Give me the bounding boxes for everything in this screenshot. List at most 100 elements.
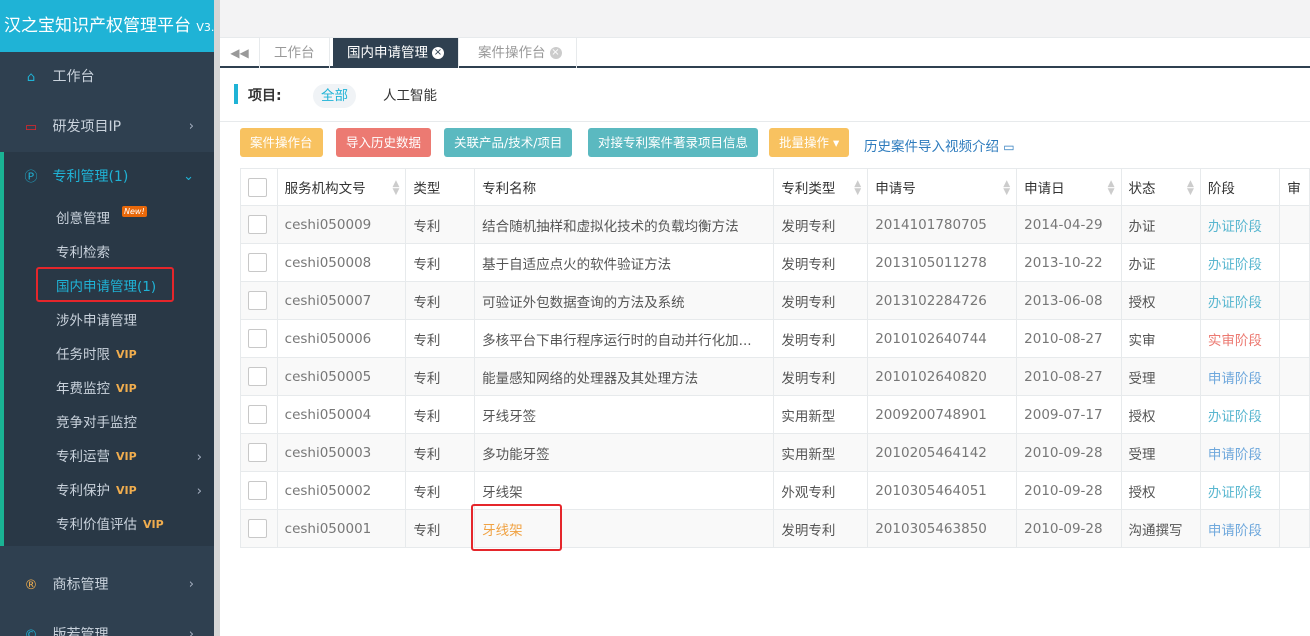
stage-link[interactable]: 申请阶段 bbox=[1208, 523, 1262, 539]
sidebar-subitem-foreign[interactable]: 涉外申请管理 bbox=[4, 304, 214, 338]
sidebar-item-workbench[interactable]: ⌂ 工作台 bbox=[0, 52, 214, 102]
cell-app-no: 2010205464142 bbox=[867, 433, 1018, 472]
row-checkbox[interactable] bbox=[248, 215, 267, 234]
stage-link[interactable]: 实审阶段 bbox=[1208, 333, 1262, 349]
cell-ref: ceshi050001 bbox=[276, 509, 407, 548]
sort-icon[interactable]: ▲ ▼ bbox=[854, 180, 861, 197]
column-header[interactable]: 服务机构文号 ▲ ▼ bbox=[276, 168, 407, 206]
case-console-button[interactable]: 案件操作台 bbox=[240, 128, 323, 157]
sidebar-subitem-valuation[interactable]: 专利价值评估 VIP bbox=[4, 508, 214, 542]
row-checkbox[interactable] bbox=[248, 253, 267, 272]
link-products-button[interactable]: 关联产品/技术/项目 bbox=[444, 128, 573, 157]
column-header[interactable]: 专利类型 ▲ ▼ bbox=[773, 168, 869, 206]
sidebar-subitem-operation[interactable]: 专利运营 VIP › bbox=[4, 440, 214, 474]
cell-stage[interactable]: 申请阶段 bbox=[1199, 433, 1281, 472]
close-icon[interactable]: × bbox=[432, 47, 444, 59]
stage-link[interactable]: 办证阶段 bbox=[1208, 295, 1262, 311]
cell-stage[interactable]: 办证阶段 bbox=[1199, 243, 1281, 282]
stage-link[interactable]: 办证阶段 bbox=[1208, 257, 1262, 273]
highlight-box-sidebar bbox=[36, 267, 174, 302]
stage-link[interactable]: 办证阶段 bbox=[1208, 485, 1262, 501]
table-row[interactable]: ceshi050005 专利 能量感知网络的处理器及其处理方法 发明专利 2010102… bbox=[240, 357, 1310, 396]
stage-link[interactable]: 办证阶段 bbox=[1208, 219, 1262, 235]
row-checkbox[interactable] bbox=[248, 405, 267, 424]
sidebar-subitem-idea[interactable]: 创意管理 New! bbox=[4, 202, 214, 236]
import-history-button[interactable]: 导入历史数据 bbox=[336, 128, 432, 157]
video-intro-link[interactable]: 历史案件导入视频介绍 ▭ bbox=[864, 135, 1015, 155]
row-checkbox[interactable] bbox=[248, 291, 267, 310]
tab-workbench[interactable]: 工作台 bbox=[260, 38, 330, 68]
sidebar-subitem-deadline[interactable]: 任务时限 VIP bbox=[4, 338, 214, 372]
sidebar-subitem-competitor[interactable]: 竞争对手监控 bbox=[4, 406, 214, 440]
table-row[interactable]: ceshi050002 专利 牙线架 外观专利 2010305464051 2010-09… bbox=[240, 471, 1310, 510]
vip-icon: VIP bbox=[116, 348, 137, 361]
table-row[interactable]: ceshi050009 专利 结合随机抽样和虚拟化技术的负载均衡方法 发明专利 2014… bbox=[240, 205, 1310, 244]
sidebar-subitem-annual-fee[interactable]: 年费监控 VIP bbox=[4, 372, 214, 406]
sidebar-item-copyright[interactable]: © 版若管理 › bbox=[0, 610, 214, 636]
table-row[interactable]: ceshi050004 专利 牙线牙签 实用新型 2009200748901 2009-0… bbox=[240, 395, 1310, 434]
sidebar-item-label: 竞争对手监控 bbox=[56, 415, 137, 431]
sidebar: 汉之宝知识产权管理平台 V3.0 ⌂ 工作台 ▭ 研发项目IP › Ⓟ 专利管理… bbox=[0, 0, 214, 636]
vip-icon: VIP bbox=[116, 382, 137, 395]
cell-review bbox=[1279, 509, 1310, 548]
table-row[interactable]: ceshi050001 专利 牙线架 发明专利 2010305463850 2010-09… bbox=[240, 509, 1310, 548]
cell-app-date: 2010-08-27 bbox=[1016, 357, 1122, 396]
row-checkbox[interactable] bbox=[248, 443, 267, 462]
column-header[interactable]: 申请号 ▲ ▼ bbox=[867, 168, 1018, 206]
sidebar-subitem-search[interactable]: 专利检索 bbox=[4, 236, 214, 270]
column-header[interactable]: 状态 ▲ ▼ bbox=[1120, 168, 1201, 206]
sort-icon[interactable]: ▲ ▼ bbox=[1003, 180, 1010, 197]
cell-ref: ceshi050003 bbox=[276, 433, 407, 472]
row-checkbox[interactable] bbox=[248, 481, 267, 500]
tab-domestic-app[interactable]: 国内申请管理 × bbox=[333, 38, 459, 68]
sidebar-item-rd-project[interactable]: ▭ 研发项目IP › bbox=[0, 102, 214, 152]
cell-ref: ceshi050005 bbox=[276, 357, 407, 396]
table-row[interactable]: ceshi050006 专利 多核平台下串行程序运行时的自动并行化加... 发明专利 2… bbox=[240, 319, 1310, 358]
cell-stage[interactable]: 实审阶段 bbox=[1199, 319, 1281, 358]
table-row[interactable]: ceshi050008 专利 基于自适应点火的软件验证方法 发明专利 201310501… bbox=[240, 243, 1310, 282]
connect-catalog-button[interactable]: 对接专利案件著录项目信息 bbox=[588, 128, 759, 157]
filter-chip-all[interactable]: 全部 bbox=[313, 84, 356, 108]
row-select-cell bbox=[240, 471, 278, 510]
cell-stage[interactable]: 申请阶段 bbox=[1199, 357, 1281, 396]
column-header[interactable]: 申请日 ▲ ▼ bbox=[1016, 168, 1122, 206]
row-checkbox[interactable] bbox=[248, 329, 267, 348]
sort-icon[interactable]: ▲ ▼ bbox=[1108, 180, 1115, 197]
row-checkbox[interactable] bbox=[248, 519, 267, 538]
button-label: 批量操作 bbox=[779, 135, 830, 150]
app-version: V3.0 bbox=[196, 21, 214, 34]
row-select-cell bbox=[240, 281, 278, 320]
cell-stage[interactable]: 办证阶段 bbox=[1199, 281, 1281, 320]
chevron-down-icon: ⌄ bbox=[183, 169, 194, 184]
project-filter: 项目: 全部 人工智能 bbox=[220, 68, 1310, 122]
sort-icon[interactable]: ▲ ▼ bbox=[392, 180, 399, 197]
patent-name: 能量感知网络的处理器及其处理方法 bbox=[482, 370, 699, 387]
tab-case-console[interactable]: 案件操作台 × bbox=[464, 38, 577, 68]
sidebar-item-label: 创意管理 bbox=[56, 211, 110, 227]
cell-stage[interactable]: 办证阶段 bbox=[1199, 395, 1281, 434]
tab-scroll-left-icon[interactable]: ◀◀ bbox=[220, 38, 260, 68]
cell-stage[interactable]: 申请阶段 bbox=[1199, 509, 1281, 548]
table-row[interactable]: ceshi050007 专利 可验证外包数据查询的方法及系统 发明专利 20131022… bbox=[240, 281, 1310, 320]
stage-link[interactable]: 申请阶段 bbox=[1208, 371, 1262, 387]
select-all-checkbox[interactable] bbox=[248, 177, 267, 197]
stage-link[interactable]: 申请阶段 bbox=[1208, 447, 1262, 463]
vip-icon: VIP bbox=[116, 484, 137, 497]
column-header-label: 申请号 bbox=[875, 181, 916, 197]
row-checkbox[interactable] bbox=[248, 367, 267, 386]
sidebar-item-trademark[interactable]: ® 商标管理 › bbox=[0, 560, 214, 610]
batch-operation-button[interactable]: 批量操作 ▾ bbox=[769, 128, 850, 157]
stage-link[interactable]: 办证阶段 bbox=[1208, 409, 1262, 425]
sidebar-item-patent-mgmt[interactable]: Ⓟ 专利管理(1) ⌄ bbox=[4, 152, 214, 202]
cell-stage[interactable]: 办证阶段 bbox=[1199, 471, 1281, 510]
table-row[interactable]: ceshi050003 专利 多功能牙签 实用新型 2010205464142 2010-… bbox=[240, 433, 1310, 472]
close-icon[interactable]: × bbox=[549, 47, 562, 59]
cell-review bbox=[1279, 319, 1310, 358]
filter-chip-ai[interactable]: 人工智能 bbox=[383, 84, 437, 108]
cell-stage[interactable]: 办证阶段 bbox=[1199, 205, 1281, 244]
sort-icon[interactable]: ▲ ▼ bbox=[1187, 180, 1194, 197]
tab-bar: ◀◀ 工作台 国内申请管理 × 案件操作台 × bbox=[220, 38, 1310, 68]
sidebar-item-label: 涉外申请管理 bbox=[56, 313, 137, 329]
cell-app-no: 2010102640820 bbox=[867, 357, 1018, 396]
sidebar-subitem-protection[interactable]: 专利保护 VIP › bbox=[4, 474, 214, 508]
